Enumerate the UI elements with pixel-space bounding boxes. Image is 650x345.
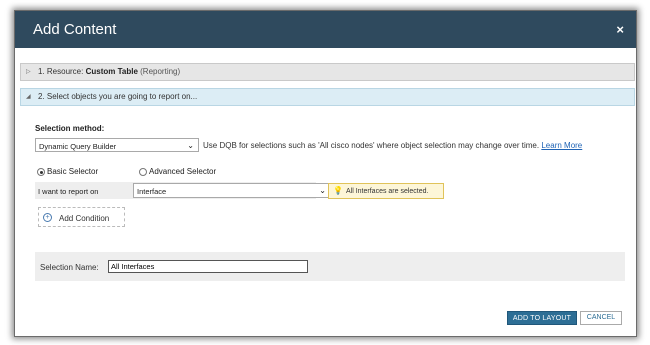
selection-name-label: Selection Name: xyxy=(40,263,99,272)
report-on-row: I want to report on Interface ⌄ xyxy=(35,182,331,199)
selection-method-value: Dynamic Query Builder xyxy=(39,142,117,151)
add-content-dialog: Add Content × ▷ 1. Resource: Custom Tabl… xyxy=(14,10,637,337)
advanced-selector-radio[interactable] xyxy=(139,168,147,176)
advanced-selector-label: Advanced Selector xyxy=(149,167,217,176)
step-resource-number: 1. Resource: xyxy=(38,67,84,76)
selection-method-select[interactable]: Dynamic Query Builder ⌄ xyxy=(35,138,199,152)
dqb-hint: Use DQB for selections such as 'All cisc… xyxy=(203,141,582,150)
advanced-selector-option[interactable]: Advanced Selector xyxy=(139,167,216,176)
selection-name-panel: Selection Name: xyxy=(35,252,625,281)
dialog-title: Add Content xyxy=(33,21,117,38)
lightbulb-icon: 💡 xyxy=(333,186,343,195)
chevron-down-icon: ⌄ xyxy=(187,141,194,150)
caret-right-icon: ▷ xyxy=(26,69,31,75)
add-condition-button[interactable]: + Add Condition xyxy=(38,207,125,227)
accordion-step-objects[interactable]: ◢ 2. Select objects you are going to rep… xyxy=(20,88,635,106)
basic-selector-label: Basic Selector xyxy=(47,167,99,176)
dialog-titlebar: Add Content × xyxy=(15,11,636,48)
caret-down-icon: ◢ xyxy=(26,94,31,100)
add-condition-label: Add Condition xyxy=(59,214,110,223)
plus-circle-icon: + xyxy=(43,213,52,222)
step-resource-name: Custom Table xyxy=(85,67,138,76)
learn-more-link[interactable]: Learn More xyxy=(541,141,582,150)
report-on-select[interactable]: Interface ⌄ xyxy=(133,183,331,198)
accordion-step-resource[interactable]: ▷ 1. Resource: Custom Table (Reporting) xyxy=(20,63,635,81)
close-icon[interactable]: × xyxy=(616,22,624,37)
cancel-button[interactable]: CANCEL xyxy=(580,311,622,325)
dqb-hint-text: Use DQB for selections such as 'All cisc… xyxy=(203,141,540,150)
basic-selector-radio[interactable] xyxy=(37,168,45,176)
chevron-down-icon: ⌄ xyxy=(319,186,326,195)
selection-info-box: 💡 All Interfaces are selected. xyxy=(328,183,444,199)
selection-method-label: Selection method: xyxy=(35,124,105,133)
step-resource-category: (Reporting) xyxy=(140,67,181,76)
step-resource-text: 1. Resource: Custom Table (Reporting) xyxy=(38,67,180,76)
add-to-layout-button[interactable]: ADD TO LAYOUT xyxy=(507,311,577,325)
basic-selector-option[interactable]: Basic Selector xyxy=(37,167,98,176)
step-objects-label: 2. Select objects you are going to repor… xyxy=(38,92,198,101)
report-on-value: Interface xyxy=(137,187,167,196)
selection-name-input[interactable] xyxy=(108,260,308,273)
report-on-label: I want to report on xyxy=(38,187,99,196)
selection-info-message: All Interfaces are selected. xyxy=(346,188,429,195)
